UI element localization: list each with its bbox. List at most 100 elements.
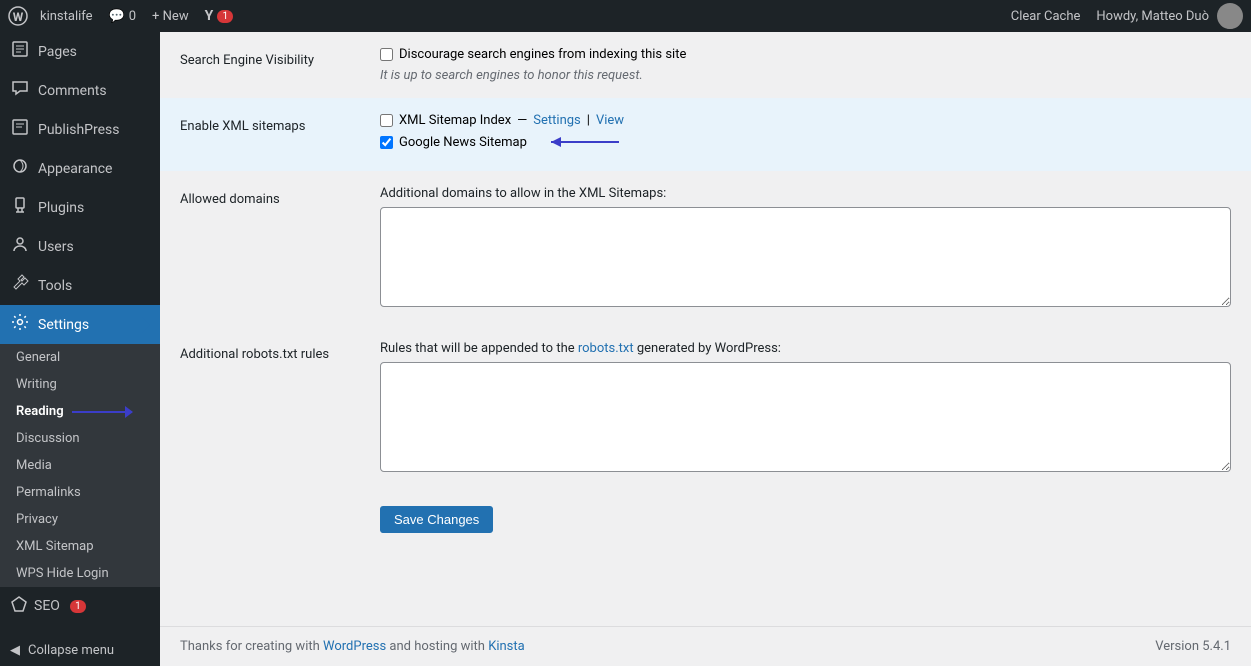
submenu-item-general[interactable]: General <box>0 344 160 371</box>
submenu-discussion-label: Discussion <box>16 431 80 446</box>
submenu-item-permalinks[interactable]: Permalinks <box>0 479 160 506</box>
svg-text:W: W <box>13 10 24 24</box>
yoast-badge: 1 <box>217 10 233 23</box>
sidebar-item-settings[interactable]: Settings <box>0 305 160 344</box>
main-content: Search Engine Visibility Discourage sear… <box>160 32 1251 666</box>
submenu-item-xml-sitemap[interactable]: XML Sitemap <box>0 533 160 560</box>
yoast-button[interactable]: Y 1 <box>197 0 242 32</box>
sidebar-settings-label: Settings <box>38 317 89 333</box>
sidebar-item-tools[interactable]: Tools <box>0 266 160 305</box>
allowed-domains-textarea[interactable] <box>380 207 1231 307</box>
layout: Pages Comments PublishPress Appearance P <box>0 32 1251 666</box>
users-icon <box>10 235 30 258</box>
clear-cache-button[interactable]: Clear Cache <box>1003 9 1089 24</box>
sidebar-item-users[interactable]: Users <box>0 227 160 266</box>
search-engine-note: It is up to search engines to honor this… <box>380 68 1231 83</box>
search-engine-visibility-row: Search Engine Visibility Discourage sear… <box>160 32 1251 98</box>
search-engine-checkbox-text: Discourage search engines from indexing … <box>399 47 686 62</box>
sidebar-pages-label: Pages <box>38 44 77 60</box>
new-label: + New <box>152 9 189 24</box>
submenu-item-wps-hide-login[interactable]: WPS Hide Login <box>0 560 160 587</box>
comments-link[interactable]: 💬 0 <box>101 0 145 32</box>
sidebar-plugins-label: Plugins <box>38 200 84 216</box>
robots-txt-link[interactable]: robots.txt <box>578 341 634 356</box>
sidebar: Pages Comments PublishPress Appearance P <box>0 32 160 666</box>
comment-icon: 💬 <box>109 9 125 24</box>
sidebar-item-publishpress[interactable]: PublishPress <box>0 110 160 149</box>
xml-view-link[interactable]: View <box>596 113 624 128</box>
collapse-icon: ◀ <box>10 643 20 658</box>
save-changes-row: Save Changes <box>160 491 1251 548</box>
sidebar-item-pages[interactable]: Pages <box>0 32 160 71</box>
footer: Thanks for creating with WordPress and h… <box>160 626 1251 666</box>
appearance-icon <box>10 157 30 180</box>
topbar: W kinstalife 💬 0 + New Y 1 Clear Cache H… <box>0 0 1251 32</box>
google-news-text: Google News Sitemap <box>399 135 527 150</box>
xml-sitemaps-row: Enable XML sitemaps XML Sitemap Index — … <box>160 98 1251 171</box>
collapse-menu-button[interactable]: ◀ Collapse menu <box>0 635 160 666</box>
comments-count: 0 <box>129 9 136 24</box>
save-changes-button[interactable]: Save Changes <box>380 506 493 533</box>
allowed-domains-label: Allowed domains <box>180 192 280 207</box>
collapse-label: Collapse menu <box>28 643 114 658</box>
settings-active-arrow <box>142 317 150 333</box>
avatar <box>1217 3 1243 29</box>
reading-arrow-annotation <box>72 411 132 413</box>
seo-label: SEO <box>34 598 60 614</box>
sidebar-comments-label: Comments <box>38 83 107 99</box>
submenu-xml-sitemap-label: XML Sitemap <box>16 539 94 554</box>
pages-icon <box>10 40 30 63</box>
sidebar-item-seo[interactable]: SEO 1 <box>0 587 160 625</box>
submenu-general-label: General <box>16 350 60 365</box>
search-engine-checkbox[interactable] <box>380 48 393 61</box>
settings-form-table: Search Engine Visibility Discourage sear… <box>160 32 1251 548</box>
xml-separator: — <box>517 113 527 128</box>
user-info: Clear Cache Howdy, Matteo Duò <box>1003 3 1243 29</box>
search-engine-checkbox-label[interactable]: Discourage search engines from indexing … <box>380 47 1231 62</box>
robots-txt-label: Additional robots.txt rules <box>180 347 329 362</box>
xml-settings-link[interactable]: Settings <box>533 113 580 128</box>
yoast-icon: Y <box>205 8 214 24</box>
publishpress-icon <box>10 118 30 141</box>
sidebar-publishpress-label: PublishPress <box>38 122 119 138</box>
settings-wrap: Search Engine Visibility Discourage sear… <box>160 32 1251 626</box>
allowed-domains-row: Allowed domains Additional domains to al… <box>160 171 1251 326</box>
site-name-link[interactable]: kinstalife <box>32 0 101 32</box>
footer-thanks: Thanks for creating with WordPress and h… <box>180 639 525 654</box>
submenu-item-reading[interactable]: Reading <box>0 398 160 425</box>
xml-index-checkbox-label[interactable]: XML Sitemap Index — Settings | View <box>380 113 1231 128</box>
robots-txt-textarea[interactable] <box>380 362 1231 472</box>
submenu-item-media[interactable]: Media <box>0 452 160 479</box>
footer-thanks-middle: and hosting with <box>386 639 488 654</box>
sidebar-item-plugins[interactable]: Plugins <box>0 188 160 227</box>
comments-nav-icon <box>10 79 30 102</box>
xml-index-checkbox[interactable] <box>380 114 393 127</box>
google-news-checkbox-label[interactable]: Google News Sitemap <box>380 134 1231 150</box>
new-button[interactable]: + New <box>144 0 197 32</box>
submenu-privacy-label: Privacy <box>16 512 58 527</box>
submenu-permalinks-label: Permalinks <box>16 485 81 500</box>
seo-icon <box>10 595 28 617</box>
sidebar-item-comments[interactable]: Comments <box>0 71 160 110</box>
submenu-item-privacy[interactable]: Privacy <box>0 506 160 533</box>
settings-icon <box>10 313 30 336</box>
google-news-checkbox[interactable] <box>380 136 393 149</box>
footer-kinsta-link[interactable]: Kinsta <box>488 639 525 654</box>
submenu-item-writing[interactable]: Writing <box>0 371 160 398</box>
xml-pipe: | <box>587 113 590 128</box>
sidebar-item-appearance[interactable]: Appearance <box>0 149 160 188</box>
google-news-arrow-annotation <box>541 134 621 150</box>
submenu-writing-label: Writing <box>16 377 57 392</box>
footer-thanks-prefix: Thanks for creating with <box>180 639 323 654</box>
submenu-reading-label: Reading <box>16 404 64 419</box>
robots-txt-row: Additional robots.txt rules Rules that w… <box>160 326 1251 491</box>
submenu-item-discussion[interactable]: Discussion <box>0 425 160 452</box>
xml-sitemaps-label: Enable XML sitemaps <box>180 119 305 134</box>
footer-wordpress-link[interactable]: WordPress <box>323 639 386 654</box>
tools-icon <box>10 274 30 297</box>
howdy-label: Howdy, Matteo Duò <box>1096 9 1209 24</box>
seo-badge: 1 <box>70 600 86 613</box>
wp-logo-icon[interactable]: W <box>8 6 28 26</box>
settings-submenu: General Writing Reading Discussion Media… <box>0 344 160 587</box>
xml-index-text: XML Sitemap Index <box>399 113 511 128</box>
